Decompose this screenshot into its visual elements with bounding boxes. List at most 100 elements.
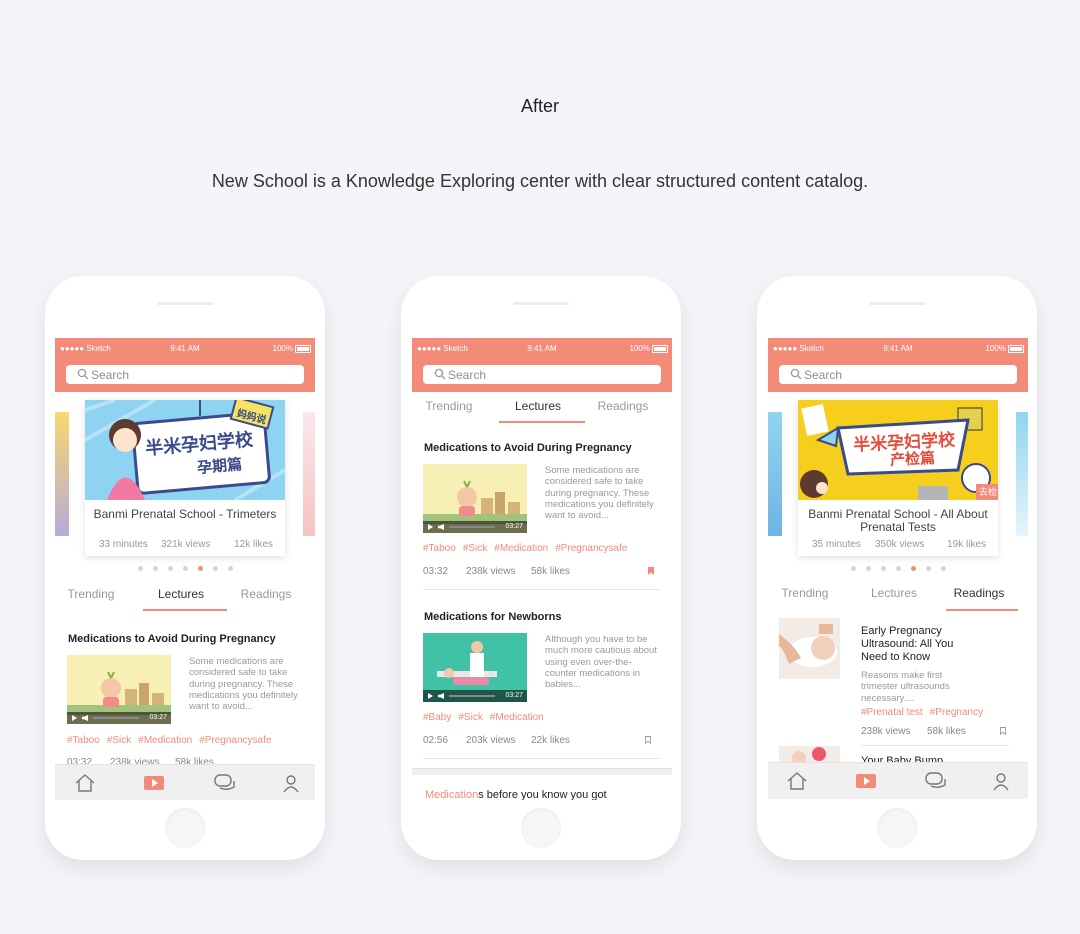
chat-icon[interactable] <box>214 773 236 793</box>
progress-bar[interactable] <box>449 695 495 697</box>
tab-lectures[interactable]: Lectures <box>498 399 578 413</box>
lecture-description: Although you have to be much more cautio… <box>545 634 657 691</box>
video-icon[interactable] <box>855 771 877 791</box>
reading-title[interactable]: Early Pregnancy Ultrasound: All You Need… <box>861 625 971 664</box>
bookmark-icon[interactable] <box>645 736 651 744</box>
carousel-dot[interactable] <box>183 566 188 571</box>
reading-thumbnail[interactable] <box>779 618 840 679</box>
reading-views: 238k views <box>861 726 911 737</box>
carousel-dot[interactable] <box>153 566 158 571</box>
battery-icon <box>1008 345 1024 353</box>
carousel-dot[interactable] <box>896 566 901 571</box>
lecture-views: 203k views <box>466 735 516 746</box>
tag[interactable]: #Sick <box>463 543 487 554</box>
peek-rest-text: s before you know you got <box>478 789 607 800</box>
reading-description: Reasons make first trimester ultrasounds… <box>861 670 950 704</box>
home-button[interactable] <box>521 808 561 848</box>
lecture-video-thumbnail[interactable]: 03:27 <box>67 655 171 724</box>
tag[interactable]: #Pregnancy <box>930 707 983 718</box>
lecture-title[interactable]: Medications for Newborns <box>424 611 562 623</box>
volume-icon[interactable] <box>438 524 444 530</box>
video-icon[interactable] <box>143 773 165 793</box>
bottom-tab-bar <box>55 764 315 800</box>
lecture-title[interactable]: Medications to Avoid During Pregnancy <box>68 633 276 645</box>
tab-trending[interactable]: Trending <box>55 587 131 601</box>
featured-video-thumbnail[interactable]: 半米孕妇学校 孕期篇 妈妈说 <box>85 400 285 500</box>
tab-readings[interactable]: Readings <box>939 586 1019 600</box>
featured-duration: 33 minutes <box>99 539 148 550</box>
profile-icon[interactable] <box>280 773 302 793</box>
home-button[interactable] <box>165 808 205 848</box>
play-icon[interactable] <box>72 715 77 721</box>
featured-video-card[interactable]: 半米孕妇学校 产检篇 去检 Banmi Prenatal School - Al… <box>798 400 998 556</box>
divider <box>861 745 1009 746</box>
tag[interactable]: #Baby <box>423 712 451 723</box>
lecture-time: 02:56 <box>423 735 449 746</box>
tag[interactable]: #Sick <box>107 735 131 746</box>
carousel-dot[interactable] <box>138 566 143 571</box>
home-icon[interactable] <box>786 771 808 791</box>
progress-bar[interactable] <box>93 717 139 719</box>
carousel-dot[interactable] <box>198 566 203 571</box>
tag[interactable]: #Pregnancysafe <box>199 735 271 746</box>
progress-bar[interactable] <box>449 526 495 528</box>
tag[interactable]: #Taboo <box>67 735 100 746</box>
video-controls[interactable]: 03:27 <box>67 712 171 724</box>
tag[interactable]: #Medication <box>138 735 192 746</box>
featured-video-card[interactable]: 半米孕妇学校 孕期篇 妈妈说 Banmi Prenatal School - T… <box>85 400 285 556</box>
carousel-dot[interactable] <box>926 566 931 571</box>
volume-icon[interactable] <box>438 693 444 699</box>
carousel-dot[interactable] <box>228 566 233 571</box>
play-icon[interactable] <box>428 524 433 530</box>
header-bar: ●●●●● Sketch 9:41 AM 100% Search <box>768 338 1028 392</box>
home-icon[interactable] <box>74 773 96 793</box>
bottom-tab-bar-partial <box>412 768 672 775</box>
tab-trending[interactable]: Trending <box>768 586 845 600</box>
bookmark-icon-filled[interactable] <box>648 567 654 575</box>
image-badge-text: 去检 <box>979 487 998 497</box>
carousel-prev-card[interactable] <box>768 412 782 536</box>
carousel-dot[interactable] <box>911 566 916 571</box>
home-button[interactable] <box>877 808 917 848</box>
video-duration: 03:27 <box>505 523 523 530</box>
tag[interactable]: #Sick <box>458 712 482 723</box>
carousel-dot[interactable] <box>213 566 218 571</box>
search-input[interactable]: Search <box>779 365 1017 384</box>
chat-icon[interactable] <box>925 771 947 791</box>
featured-video-thumbnail[interactable]: 半米孕妇学校 产检篇 去检 <box>798 400 998 500</box>
tab-trending[interactable]: Trending <box>412 399 489 413</box>
tag[interactable]: #Medication <box>490 712 544 723</box>
search-input[interactable]: Search <box>66 365 304 384</box>
tab-lectures[interactable]: Lectures <box>141 587 221 601</box>
lecture-time: 03:32 <box>423 566 449 577</box>
tab-active-indicator <box>946 609 1018 611</box>
carousel-dot[interactable] <box>168 566 173 571</box>
tag[interactable]: #Prenatal test <box>861 707 923 718</box>
carousel-next-card[interactable] <box>1016 412 1028 536</box>
carousel-dot[interactable] <box>941 566 946 571</box>
lecture-video-thumbnail[interactable]: 03:27 <box>423 464 527 533</box>
tab-lectures[interactable]: Lectures <box>854 586 934 600</box>
bookmark-icon[interactable] <box>1000 727 1006 735</box>
volume-icon[interactable] <box>82 715 88 721</box>
tag[interactable]: #Pregnancysafe <box>555 543 627 554</box>
video-controls[interactable]: 03:27 <box>423 521 527 533</box>
tab-readings[interactable]: Readings <box>583 399 663 413</box>
next-lecture-peek[interactable]: Medications before you know you got <box>425 789 607 800</box>
profile-icon[interactable] <box>990 771 1012 791</box>
tag[interactable]: #Taboo <box>423 543 456 554</box>
battery-percent: 100% <box>272 344 293 353</box>
carousel-prev-card[interactable] <box>55 412 69 536</box>
tag[interactable]: #Medication <box>494 543 548 554</box>
lecture-video-thumbnail[interactable]: 03:27 <box>423 633 527 702</box>
video-controls[interactable]: 03:27 <box>423 690 527 702</box>
tab-readings[interactable]: Readings <box>226 587 306 601</box>
carousel-dot[interactable] <box>851 566 856 571</box>
search-input[interactable]: Search <box>423 365 661 384</box>
play-icon[interactable] <box>428 693 433 699</box>
carousel-dot[interactable] <box>881 566 886 571</box>
carousel-next-card[interactable] <box>303 412 315 536</box>
lecture-title[interactable]: Medications to Avoid During Pregnancy <box>424 442 632 454</box>
carousel-dot[interactable] <box>866 566 871 571</box>
featured-views: 321k views <box>161 539 211 550</box>
